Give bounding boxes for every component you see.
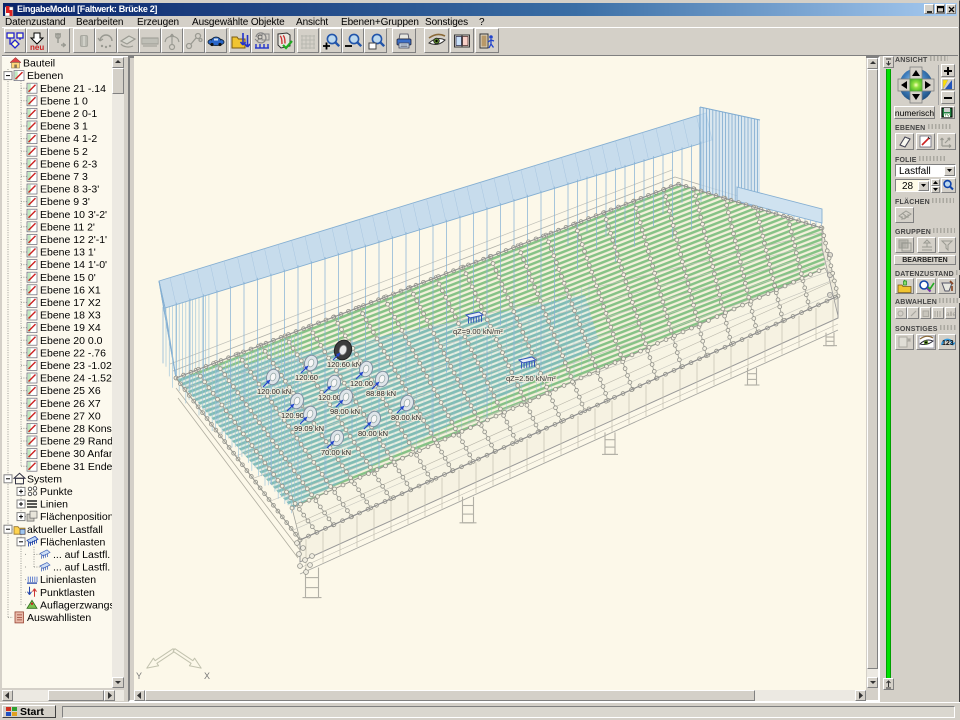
svg-text:aktueller Lastfall: aktueller Lastfall: [27, 524, 103, 536]
svg-text:Ebene 28 Konsol: Ebene 28 Konsol: [40, 423, 112, 435]
svg-text:Ebene 19 X4: Ebene 19 X4: [40, 322, 101, 334]
svg-text:Ebenen: Ebenen: [27, 70, 63, 82]
svg-text:Ebene 22 -.76: Ebene 22 -.76: [40, 347, 106, 359]
svg-text:... auf Lastfl.: ... auf Lastfl.: [53, 549, 110, 561]
svg-text:Ebene 17 X2: Ebene 17 X2: [40, 297, 101, 309]
svg-text:120.90: 120.90: [281, 411, 304, 420]
svg-text:Ebene 20 0.0: Ebene 20 0.0: [40, 335, 103, 347]
svg-text:Ebene 14 1'-0': Ebene 14 1'-0': [40, 259, 107, 271]
svg-text:120.60 kN: 120.60 kN: [327, 360, 361, 369]
svg-text:70.00 kN: 70.00 kN: [321, 448, 351, 457]
svg-text:99.09 kN: 99.09 kN: [294, 424, 324, 433]
svg-text:Ebene 24 -1.52: Ebene 24 -1.52: [40, 373, 112, 385]
svg-text:Ebene 6 2-3: Ebene 6 2-3: [40, 158, 97, 170]
svg-text:120.00 kN: 120.00 kN: [257, 387, 291, 396]
svg-text:Ebene 12 2'-1': Ebene 12 2'-1': [40, 234, 107, 246]
svg-text:Ebene 10 3'-2': Ebene 10 3'-2': [40, 209, 107, 221]
svg-text:Ebene 7 3: Ebene 7 3: [40, 171, 88, 183]
svg-text:Auflagerzwangsv: Auflagerzwangsv: [40, 599, 112, 611]
svg-text:Punkte: Punkte: [40, 486, 73, 498]
svg-text:Ebene 5 2: Ebene 5 2: [40, 146, 88, 158]
svg-text:... auf Lastfl.: ... auf Lastfl.: [53, 562, 110, 574]
svg-text:Auswahllisten: Auswahllisten: [27, 612, 91, 624]
svg-text:Ebene 26 X7: Ebene 26 X7: [40, 398, 101, 410]
svg-text:Ebene 29 Randk: Ebene 29 Randk: [40, 436, 112, 448]
svg-text:98.00 kN: 98.00 kN: [330, 407, 360, 416]
svg-text:alle: alle: [946, 311, 955, 318]
svg-text:Ebene 21 -.14: Ebene 21 -.14: [40, 83, 106, 95]
svg-text:Ebene 11 2': Ebene 11 2': [40, 221, 95, 233]
svg-text:Ebene 1 0: Ebene 1 0: [40, 95, 88, 107]
svg-text:Ebene 27 X0: Ebene 27 X0: [40, 410, 101, 422]
svg-text:123: 123: [942, 340, 954, 347]
svg-text:Ebene 25 X6: Ebene 25 X6: [40, 385, 101, 397]
svg-text:Ebene 16 X1: Ebene 16 X1: [40, 284, 101, 296]
svg-text:Punktlasten: Punktlasten: [40, 587, 95, 599]
svg-text:Flächenlasten: Flächenlasten: [40, 536, 106, 548]
svg-text:Bauteil: Bauteil: [23, 58, 55, 70]
svg-text:Ebene 8 3-3': Ebene 8 3-3': [40, 184, 99, 196]
svg-text:Ebene 4 1-2: Ebene 4 1-2: [40, 133, 97, 145]
svg-text:Ebene 9 3': Ebene 9 3': [40, 196, 90, 208]
svg-text:80.00 kN: 80.00 kN: [391, 413, 421, 422]
svg-text:Ebene 2 0-1: Ebene 2 0-1: [40, 108, 97, 120]
svg-text:Y: Y: [136, 671, 142, 681]
svg-text:Ebene 3 1: Ebene 3 1: [40, 121, 88, 133]
svg-text:Ebene 30 Anfan: Ebene 30 Anfan: [40, 448, 112, 460]
svg-text:Ebene 31 Ende: Ebene 31 Ende: [40, 461, 112, 473]
svg-text:88.88 kN: 88.88 kN: [366, 389, 396, 398]
svg-text:Ebene 13 1': Ebene 13 1': [40, 247, 96, 259]
svg-text:120.60: 120.60: [295, 373, 318, 382]
svg-text:Ebene 15 0': Ebene 15 0': [40, 272, 96, 284]
svg-text:System: System: [27, 473, 62, 485]
svg-text:neu: neu: [30, 43, 44, 51]
svg-text:Flächenpositione: Flächenpositione: [40, 511, 112, 523]
svg-text:Linien: Linien: [40, 499, 68, 511]
svg-text:Ebene 23 -1.02: Ebene 23 -1.02: [40, 360, 112, 372]
svg-text:TV: TV: [945, 113, 950, 118]
svg-text:Ebene 18 X3: Ebene 18 X3: [40, 310, 101, 322]
svg-text:qZ=9.00 kN/m²: qZ=9.00 kN/m²: [453, 327, 503, 336]
svg-text:Linienlasten: Linienlasten: [40, 574, 96, 586]
svg-text:80.00 kN: 80.00 kN: [358, 429, 388, 438]
svg-text:120.00: 120.00: [350, 379, 373, 388]
svg-text:X: X: [204, 671, 210, 681]
svg-text:qZ=2.50 kN/m²: qZ=2.50 kN/m²: [506, 374, 556, 383]
